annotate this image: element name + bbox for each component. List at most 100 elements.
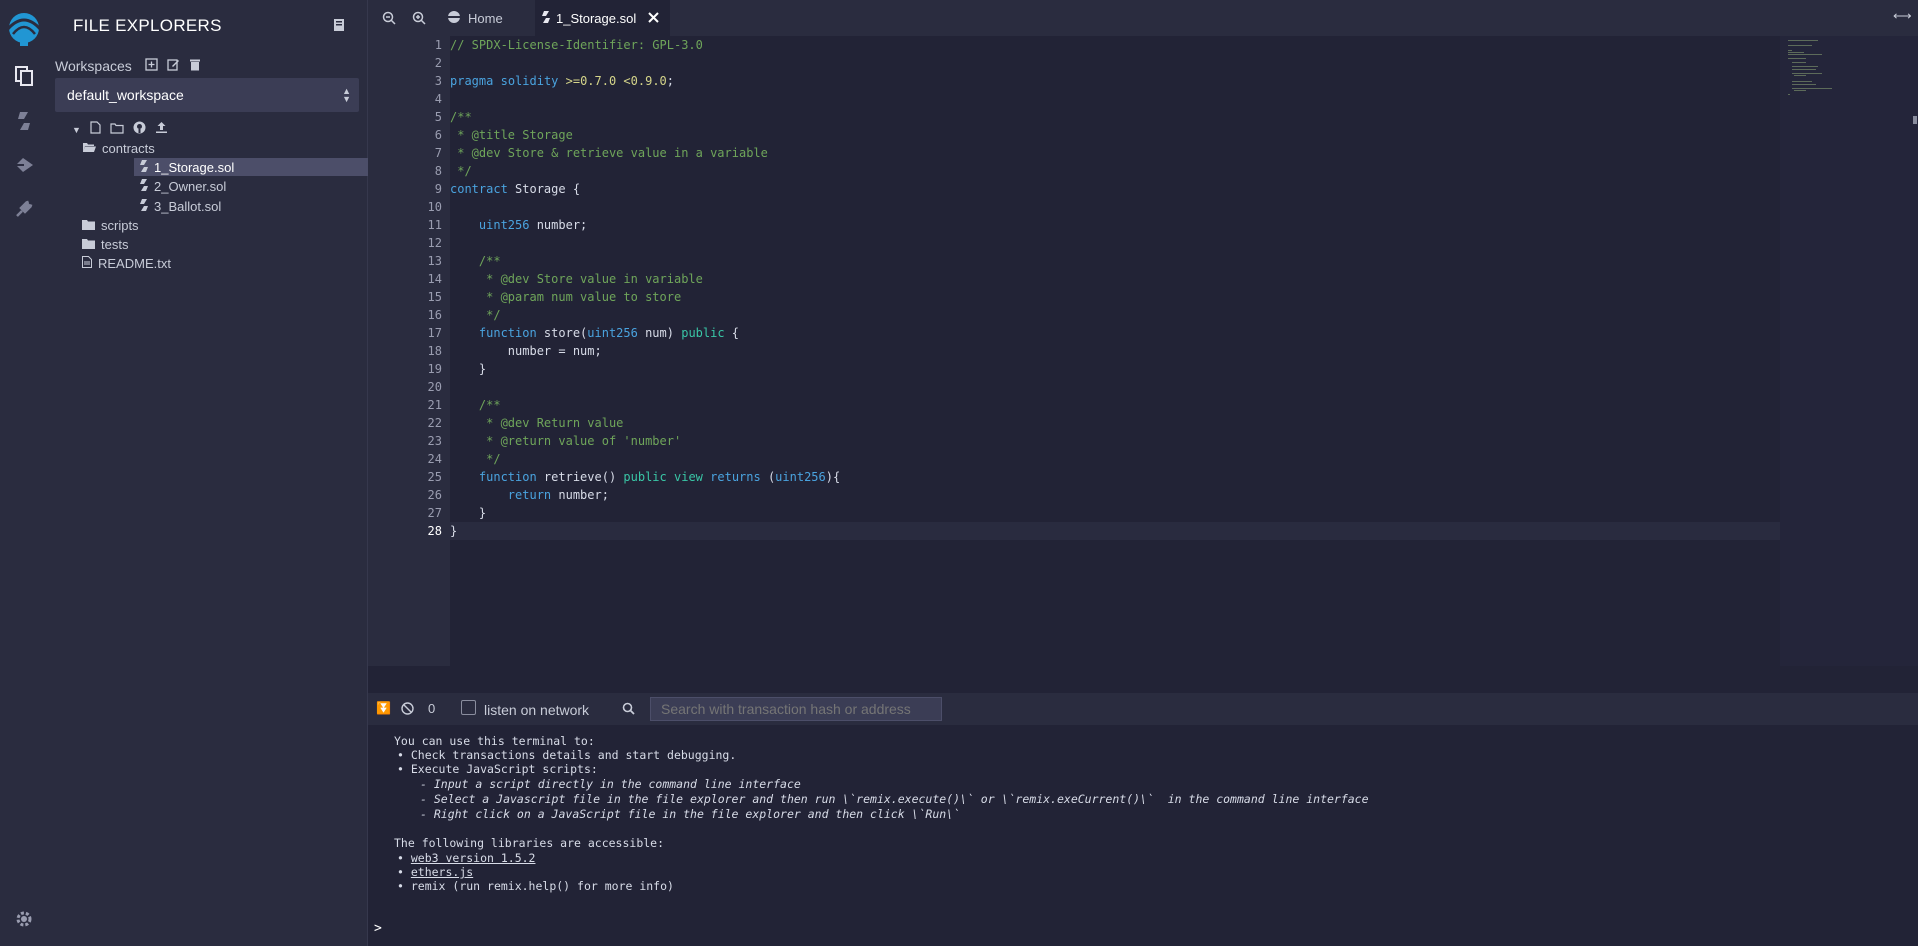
new-file-icon[interactable] bbox=[90, 121, 101, 139]
code-line: function retrieve() public view returns … bbox=[478, 470, 841, 484]
panel-title: FILE EXPLORERS bbox=[73, 16, 222, 35]
file-label: 1_Storage.sol bbox=[154, 159, 235, 175]
code-line: */ bbox=[450, 452, 501, 466]
terminal-lib-item: • remix (run remix.help() for more info) bbox=[397, 879, 674, 893]
code-editor[interactable]: 1 2 3 4 5 6 7 8 9 10 11 12 13 14 15 16 17 18 19 20 21 22 23 24 2… bbox=[368, 36, 1918, 666]
line-number: 16 bbox=[427, 308, 442, 322]
file-label: README.txt bbox=[98, 255, 171, 271]
terminal-lib-item: • ethers.js bbox=[397, 865, 474, 879]
terminal-subitem: - Select a Javascript file in the file e… bbox=[420, 792, 1369, 806]
line-number: 10 bbox=[427, 200, 442, 214]
file-explorer-icon[interactable] bbox=[10, 62, 38, 90]
tab-label: Home bbox=[468, 10, 503, 26]
caret-down-icon[interactable]: ▼ bbox=[72, 125, 81, 135]
terminal-list-text: Check transactions details and start deb… bbox=[410, 748, 737, 762]
folder-icon bbox=[82, 218, 95, 233]
folder-icon bbox=[82, 237, 95, 252]
home-remix-icon bbox=[446, 10, 462, 27]
file-item[interactable]: 3_Ballot.sol bbox=[140, 197, 221, 215]
code-line: /** bbox=[450, 110, 472, 124]
code-line: * @dev Store value in variable bbox=[450, 272, 703, 286]
line-number: 23 bbox=[427, 434, 442, 448]
line-number: 13 bbox=[427, 254, 442, 268]
folder-open-icon bbox=[82, 141, 96, 156]
folder-label: tests bbox=[101, 236, 129, 252]
workspace-select[interactable]: default_workspace ▲ ▼ bbox=[55, 78, 359, 112]
zoom-in-icon[interactable] bbox=[412, 11, 426, 30]
workspace-actions bbox=[145, 58, 201, 76]
line-number: 11 bbox=[427, 218, 442, 232]
terminal-subitem: - Right click on a JavaScript file in th… bbox=[420, 807, 961, 821]
plugin-manager-icon[interactable] bbox=[10, 195, 38, 223]
code-line: } bbox=[450, 524, 458, 538]
code-line: contract Storage { bbox=[450, 182, 581, 196]
transaction-search-input[interactable] bbox=[650, 697, 942, 721]
new-folder-icon[interactable] bbox=[110, 121, 124, 139]
create-workspace-icon[interactable] bbox=[145, 58, 158, 76]
listen-network-label: listen on network bbox=[484, 702, 590, 718]
code-line: * @title Storage bbox=[450, 128, 573, 142]
line-number: 4 bbox=[434, 92, 442, 106]
line-number: 18 bbox=[427, 344, 442, 358]
remix-logo-icon[interactable] bbox=[3, 8, 45, 48]
line-number: 5 bbox=[434, 110, 442, 124]
line-number: 28 bbox=[427, 524, 442, 538]
terminal-output[interactable]: You can use this terminal to: • Check tr… bbox=[368, 725, 1918, 946]
line-number: 26 bbox=[427, 488, 442, 502]
terminal-toolbar: ⏬ 0 listen on network bbox=[368, 693, 1918, 725]
line-number: 3 bbox=[434, 74, 442, 88]
file-item-selected[interactable]: 1_Storage.sol bbox=[134, 158, 390, 176]
deploy-run-icon[interactable] bbox=[10, 151, 38, 179]
terminal-lib-item: • web3 version 1.5.2 bbox=[397, 851, 536, 865]
solidity-compiler-icon[interactable] bbox=[10, 107, 38, 135]
folder-contracts[interactable]: contracts bbox=[82, 139, 155, 157]
code-line: * @return value of 'number' bbox=[450, 434, 682, 448]
close-tab-icon[interactable] bbox=[648, 11, 659, 26]
code-line: } bbox=[450, 362, 487, 376]
file-tree-toolbar: ▼ bbox=[72, 121, 168, 139]
tab-storage-sol[interactable]: 1_Storage.sol bbox=[535, 0, 670, 36]
terminal-prompt[interactable]: > bbox=[374, 921, 382, 936]
code-line: return number; bbox=[507, 488, 609, 502]
rename-workspace-icon[interactable] bbox=[167, 58, 180, 76]
line-number: 1 bbox=[434, 38, 442, 52]
web3-link[interactable]: web3 version 1.5.2 bbox=[411, 851, 536, 865]
file-readme[interactable]: README.txt bbox=[82, 254, 171, 272]
line-number: 24 bbox=[427, 452, 442, 466]
line-number: 14 bbox=[427, 272, 442, 286]
file-item[interactable]: 2_Owner.sol bbox=[140, 177, 226, 195]
solidity-file-icon bbox=[140, 198, 148, 214]
ethers-link[interactable]: ethers.js bbox=[411, 865, 473, 879]
zoom-out-icon[interactable] bbox=[382, 11, 396, 30]
editor-tab-bar: Home 1_Storage.sol ⟷ bbox=[368, 0, 1918, 36]
line-number: 17 bbox=[427, 326, 442, 340]
delete-workspace-icon[interactable] bbox=[189, 58, 201, 76]
minimap[interactable] bbox=[1780, 36, 1918, 666]
folder-tests[interactable]: tests bbox=[82, 235, 128, 253]
code-line: * @dev Return value bbox=[450, 416, 624, 430]
code-line: uint256 number; bbox=[478, 218, 588, 232]
code-line: // SPDX-License-Identifier: GPL-3.0 bbox=[450, 38, 703, 52]
icon-bar bbox=[0, 0, 49, 946]
file-label: 3_Ballot.sol bbox=[154, 198, 222, 214]
docs-book-icon[interactable] bbox=[333, 18, 345, 37]
solidity-file-icon bbox=[542, 10, 550, 26]
github-icon[interactable] bbox=[133, 121, 146, 139]
terminal-list-item: • Check transactions details and start d… bbox=[397, 748, 737, 762]
upload-icon[interactable] bbox=[155, 121, 168, 139]
settings-gear-icon[interactable] bbox=[10, 905, 38, 933]
folder-scripts[interactable]: scripts bbox=[82, 216, 139, 234]
code-area[interactable]: // SPDX-License-Identifier: GPL-3.0 pragm… bbox=[450, 36, 1780, 666]
collapse-terminal-icon[interactable]: ⏬ bbox=[376, 701, 391, 715]
line-number: 12 bbox=[427, 236, 442, 250]
search-icon bbox=[622, 702, 635, 720]
file-explorer-panel: FILE EXPLORERS Workspaces default_worksp… bbox=[48, 0, 390, 946]
listen-network-checkbox[interactable] bbox=[461, 700, 476, 715]
line-number: 15 bbox=[427, 290, 442, 304]
code-line: number = num; bbox=[450, 344, 602, 358]
workspaces-label: Workspaces bbox=[55, 58, 132, 74]
select-arrows-icon: ▲ ▼ bbox=[342, 86, 351, 104]
clear-console-icon[interactable] bbox=[401, 702, 414, 720]
expand-panel-icon[interactable]: ⟷ bbox=[1893, 8, 1912, 24]
code-line: function store(uint256 num) public { bbox=[478, 326, 740, 340]
